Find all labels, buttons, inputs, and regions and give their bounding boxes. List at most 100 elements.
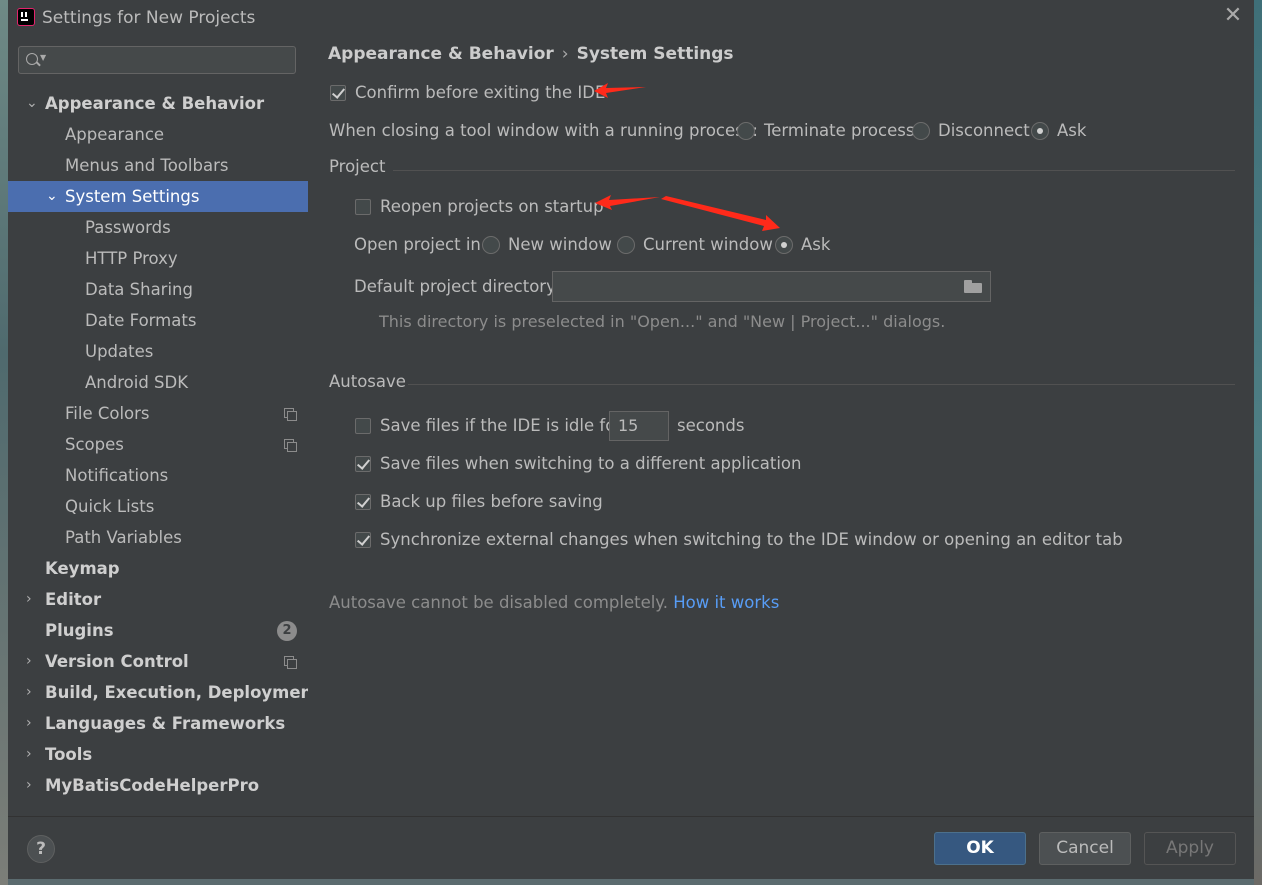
save-idle-checkbox[interactable]: [355, 418, 371, 434]
current-window-label[interactable]: Current window: [643, 233, 773, 257]
sidebar-item-keymap[interactable]: Keymap: [8, 553, 308, 584]
reopen-projects-label[interactable]: Reopen projects on startup: [380, 195, 604, 219]
chevron-right-icon[interactable]: ›: [26, 584, 32, 615]
new-window-radio[interactable]: [482, 236, 500, 254]
breadcrumb: Appearance & Behavior › System Settings: [328, 44, 734, 64]
sidebar-item-scopes[interactable]: Scopes: [8, 429, 308, 460]
sidebar-item-label: MyBatisCodeHelperPro: [45, 776, 260, 795]
close-icon[interactable]: ✕: [1220, 3, 1246, 29]
search-icon: [26, 53, 38, 65]
terminate-process-radio[interactable]: [737, 122, 755, 140]
sidebar-item-mybatiscodehelperpro[interactable]: › MyBatisCodeHelperPro: [8, 770, 308, 801]
sidebar-item-label: Passwords: [85, 218, 171, 237]
desktop-background-left: [0, 0, 8, 885]
search-input[interactable]: ▼: [18, 46, 296, 74]
sidebar-item-label: Appearance: [65, 125, 165, 144]
default-project-directory-field[interactable]: [552, 271, 991, 302]
sidebar-item-label: Plugins: [45, 621, 114, 640]
chevron-right-icon[interactable]: ›: [26, 708, 32, 739]
save-on-switch-label[interactable]: Save files when switching to a different…: [380, 452, 801, 476]
breadcrumb-separator: ›: [561, 44, 569, 64]
chevron-right-icon[interactable]: ›: [26, 646, 32, 677]
sidebar-item-languages-frameworks[interactable]: › Languages & Frameworks: [8, 708, 308, 739]
sidebar-item-build-execution-deployment[interactable]: › Build, Execution, Deployment: [8, 677, 320, 708]
sidebar-item-date-formats[interactable]: Date Formats: [8, 305, 308, 336]
sidebar-item-label: Tools: [45, 745, 93, 764]
open-project-in-label: Open project in: [354, 235, 481, 254]
ask-radio-open-project[interactable]: [775, 236, 793, 254]
chevron-right-icon[interactable]: ›: [26, 677, 32, 708]
sidebar-item-notifications[interactable]: Notifications: [8, 460, 308, 491]
sidebar-item-label: HTTP Proxy: [85, 249, 178, 268]
save-on-switch-checkbox[interactable]: [355, 456, 371, 472]
save-idle-label[interactable]: Save files if the IDE is idle for: [380, 414, 622, 438]
sidebar-item-label: Date Formats: [85, 311, 197, 330]
ask-radio-closing[interactable]: [1031, 122, 1049, 140]
autosave-note: Autosave cannot be disabled completely. …: [329, 591, 779, 615]
sidebar-item-label: Quick Lists: [65, 497, 155, 516]
disconnect-radio[interactable]: [912, 122, 930, 140]
chevron-down-icon[interactable]: ⌄: [26, 88, 38, 119]
sidebar-item-label: Build, Execution, Deployment: [45, 683, 321, 702]
chevron-down-icon[interactable]: ▼: [40, 53, 46, 62]
sidebar-item-label: Data Sharing: [85, 280, 193, 299]
current-window-radio[interactable]: [617, 236, 635, 254]
ok-button[interactable]: OK: [934, 832, 1026, 865]
plugins-update-badge: 2: [277, 621, 297, 641]
sidebar-item-label: File Colors: [65, 404, 150, 423]
apply-button[interactable]: Apply: [1144, 832, 1236, 865]
sidebar-item-quick-lists[interactable]: Quick Lists: [8, 491, 308, 522]
project-separator: [393, 170, 1235, 171]
confirm-exit-label[interactable]: Confirm before exiting the IDE: [355, 81, 605, 105]
backup-files-label[interactable]: Back up files before saving: [380, 490, 603, 514]
sidebar-item-label: Updates: [85, 342, 154, 361]
sync-external-label[interactable]: Synchronize external changes when switch…: [380, 528, 1123, 552]
disconnect-label[interactable]: Disconnect: [938, 119, 1030, 143]
sidebar-item-passwords[interactable]: Passwords: [8, 212, 308, 243]
help-button[interactable]: ?: [27, 835, 55, 863]
autosave-section-title: Autosave: [329, 372, 406, 391]
ask-label-closing[interactable]: Ask: [1057, 119, 1086, 143]
sidebar-item-android-sdk[interactable]: Android SDK: [8, 367, 308, 398]
sidebar-item-label: Version Control: [45, 652, 189, 671]
backup-files-checkbox[interactable]: [355, 494, 371, 510]
chevron-right-icon[interactable]: ›: [26, 770, 32, 801]
sidebar-item-appearance-behavior[interactable]: ⌄ Appearance & Behavior: [8, 88, 308, 119]
sidebar-item-system-settings[interactable]: ⌄ System Settings: [8, 181, 308, 212]
settings-content-panel: Appearance & Behavior › System Settings Co…: [308, 36, 1254, 816]
chevron-down-icon[interactable]: ⌄: [46, 181, 58, 212]
idle-seconds-input[interactable]: 15: [609, 411, 669, 441]
sidebar-item-appearance[interactable]: Appearance: [8, 119, 308, 150]
sidebar-item-updates[interactable]: Updates: [8, 336, 308, 367]
sidebar-item-path-variables[interactable]: Path Variables: [8, 522, 308, 553]
dialog-footer: ? OK Cancel Apply: [8, 816, 1254, 879]
sidebar-item-file-colors[interactable]: File Colors: [8, 398, 308, 429]
sidebar-item-http-proxy[interactable]: HTTP Proxy: [8, 243, 308, 274]
confirm-exit-checkbox[interactable]: [330, 85, 346, 101]
sidebar-item-data-sharing[interactable]: Data Sharing: [8, 274, 308, 305]
sidebar-item-version-control[interactable]: › Version Control: [8, 646, 308, 677]
folder-icon[interactable]: [964, 280, 982, 293]
sidebar-item-label: System Settings: [65, 187, 200, 206]
sidebar-item-editor[interactable]: › Editor: [8, 584, 308, 615]
breadcrumb-parent[interactable]: Appearance & Behavior: [328, 44, 554, 64]
title-bar[interactable]: Settings for New Projects ✕: [8, 0, 1254, 36]
new-window-label[interactable]: New window: [508, 233, 612, 257]
sync-external-checkbox[interactable]: [355, 532, 371, 548]
settings-dialog: Settings for New Projects ✕ ▼ ⌄ Appearan…: [8, 0, 1254, 879]
sidebar-item-menus-toolbars[interactable]: Menus and Toolbars: [8, 150, 308, 181]
sidebar-item-label: Scopes: [65, 435, 124, 454]
autosave-separator: [408, 384, 1235, 385]
ask-label-open-project[interactable]: Ask: [801, 233, 830, 257]
sidebar-item-label: Languages & Frameworks: [45, 714, 286, 733]
how-it-works-link[interactable]: How it works: [673, 593, 779, 612]
chevron-right-icon[interactable]: ›: [26, 739, 32, 770]
terminate-process-label[interactable]: Terminate process: [764, 119, 914, 143]
cancel-button[interactable]: Cancel: [1039, 832, 1131, 865]
breadcrumb-current: System Settings: [576, 44, 734, 64]
closing-tool-window-label: When closing a tool window with a runnin…: [329, 121, 758, 140]
reopen-projects-checkbox[interactable]: [355, 199, 371, 215]
sidebar-item-tools[interactable]: › Tools: [8, 739, 308, 770]
project-section-title: Project: [329, 157, 386, 176]
sidebar-item-plugins[interactable]: Plugins 2: [8, 615, 308, 646]
